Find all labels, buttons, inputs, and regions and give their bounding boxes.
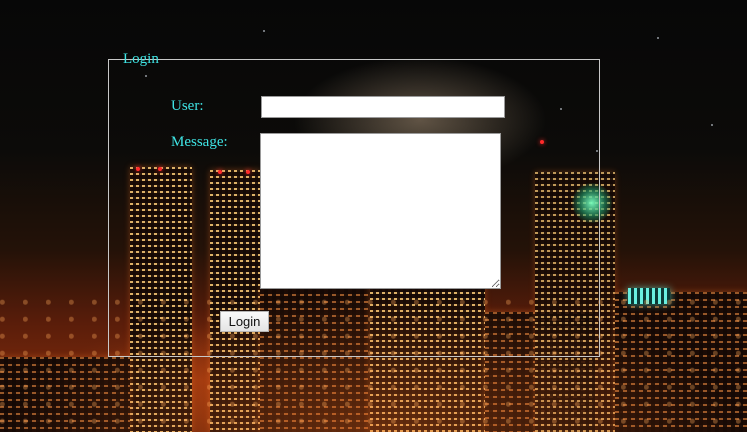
message-textarea[interactable] [260,133,501,289]
login-legend: Login [123,51,159,67]
user-input[interactable] [261,96,505,118]
star [711,124,713,126]
user-label: User: [171,98,204,114]
message-label: Message: [171,134,228,150]
star [657,37,659,39]
login-button[interactable]: Login [220,311,269,332]
star [263,30,265,32]
